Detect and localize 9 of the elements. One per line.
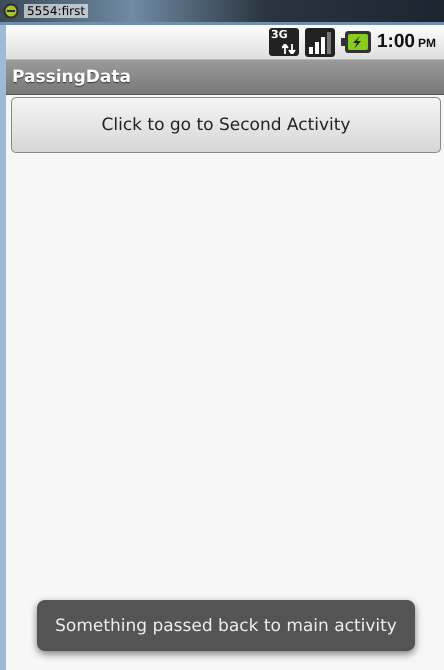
toast-message: Something passed back to main activity (37, 600, 415, 651)
signal-icon (304, 28, 335, 56)
window-title: 5554:first (24, 4, 88, 18)
clock: 1:00 PM (376, 31, 436, 53)
network-icon: 3G (268, 28, 299, 56)
app-title: PassingData (12, 67, 131, 87)
emulator-icon (3, 3, 19, 19)
battery-icon (340, 31, 371, 53)
second-activity-button[interactable]: Click to go to Second Activity (11, 97, 441, 153)
